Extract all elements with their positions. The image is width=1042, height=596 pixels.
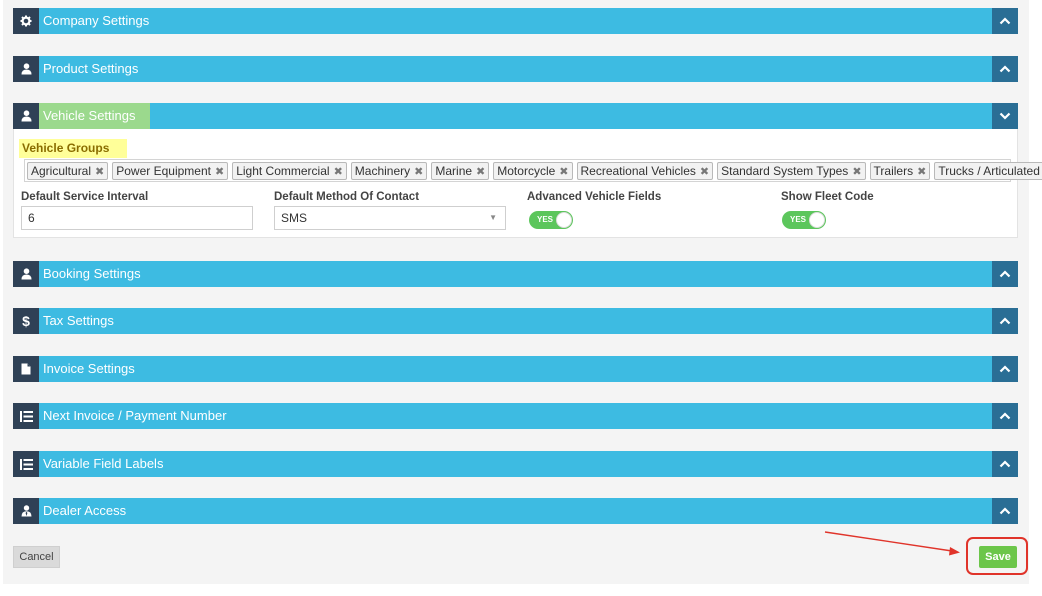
save-button[interactable]: Save (979, 546, 1017, 568)
tag-label: Light Commercial (236, 163, 330, 178)
user-icon (13, 103, 39, 129)
chevron-up-icon[interactable] (992, 498, 1018, 524)
vehicle-group-tag: Motorcycle ✖ (493, 161, 573, 180)
fleet-code-toggle[interactable]: YES (782, 211, 826, 229)
section-next-invoice-number[interactable]: Next Invoice / Payment Number (13, 403, 1018, 429)
vehicle-groups-tag-input[interactable]: Agricultural ✖ Power Equipment ✖ Light Comme… (24, 159, 1042, 182)
contact-method-label: Default Method Of Contact (274, 191, 420, 203)
section-title: Product Settings (43, 61, 139, 76)
gear-icon (13, 8, 39, 34)
section-title: Invoice Settings (43, 361, 135, 376)
section-title: Vehicle Settings (39, 103, 150, 129)
remove-tag-icon[interactable]: ✖ (215, 166, 224, 178)
section-title: Booking Settings (43, 266, 141, 281)
section-vehicle-settings[interactable]: Vehicle Settings (13, 103, 1018, 129)
section-title: Tax Settings (43, 313, 114, 328)
section-title: Next Invoice / Payment Number (43, 408, 227, 423)
tag-label: Marine (435, 163, 473, 178)
list-icon (13, 403, 39, 429)
section-dealer-access[interactable]: Dealer Access (13, 498, 1018, 524)
section-invoice-settings[interactable]: Invoice Settings (13, 356, 1018, 382)
toggle-label: YES (537, 215, 554, 224)
vehicle-settings-body: Vehicle Groups Agricultural ✖ Power Equipm… (13, 129, 1042, 238)
user-tie-icon (13, 498, 39, 524)
cancel-button[interactable]: Cancel (13, 546, 60, 568)
tag-label: Agricultural (31, 163, 92, 178)
vehicle-group-tag: Recreational Vehicles ✖ (576, 161, 714, 180)
chevron-up-icon[interactable] (992, 8, 1018, 34)
service-interval-label: Default Service Interval (21, 191, 149, 203)
section-tax-settings[interactable]: $ Tax Settings (13, 308, 1018, 334)
tag-label: Machinery (354, 163, 411, 178)
toggle-knob (556, 212, 572, 228)
vehicle-group-tag: Trailers ✖ (869, 161, 931, 180)
dollar-icon: $ (13, 308, 39, 334)
remove-tag-icon[interactable]: ✖ (334, 166, 343, 178)
vehicle-group-tag: Marine ✖ (431, 161, 490, 180)
document-icon (13, 356, 39, 382)
tag-label: Trucks / Articulated (938, 163, 1040, 178)
remove-tag-icon[interactable]: ✖ (917, 166, 926, 178)
chevron-up-icon[interactable] (992, 403, 1018, 429)
remove-tag-icon[interactable]: ✖ (95, 166, 104, 178)
remove-tag-icon[interactable]: ✖ (414, 166, 423, 178)
remove-tag-icon[interactable]: ✖ (476, 166, 485, 178)
settings-panel (3, 0, 1029, 584)
tag-label: Motorcycle (497, 163, 556, 178)
vehicle-group-tag: Machinery ✖ (350, 161, 428, 180)
remove-tag-icon[interactable]: ✖ (559, 166, 568, 178)
chevron-up-icon[interactable] (992, 356, 1018, 382)
chevron-up-icon[interactable] (992, 261, 1018, 287)
user-icon (13, 56, 39, 82)
toggle-label: YES (790, 215, 807, 224)
contact-method-value: SMS (281, 211, 308, 225)
vehicle-group-tag: Standard System Types ✖ (717, 161, 866, 180)
caret-down-icon: ▼ (489, 213, 497, 222)
chevron-up-icon[interactable] (992, 56, 1018, 82)
chevron-up-icon[interactable] (992, 308, 1018, 334)
fleet-code-label: Show Fleet Code (781, 191, 874, 203)
vehicle-group-tag: Agricultural ✖ (27, 161, 109, 180)
section-company-settings[interactable]: Company Settings (13, 8, 1018, 34)
toggle-knob (809, 212, 825, 228)
list-icon (13, 451, 39, 477)
chevron-down-icon[interactable] (992, 103, 1018, 129)
tag-label: Standard System Types (721, 163, 849, 178)
service-interval-input[interactable]: 6 (21, 206, 253, 230)
section-title: Variable Field Labels (43, 456, 164, 471)
tag-label: Power Equipment (116, 163, 211, 178)
contact-method-select[interactable]: SMS ▼ (274, 206, 506, 230)
tag-label: Trailers (873, 163, 914, 178)
remove-tag-icon[interactable]: ✖ (852, 166, 861, 178)
chevron-up-icon[interactable] (992, 451, 1018, 477)
section-variable-field-labels[interactable]: Variable Field Labels (13, 451, 1018, 477)
section-product-settings[interactable]: Product Settings (13, 56, 1018, 82)
vehicle-group-tag: Trucks / Articulated✖ (934, 161, 1042, 180)
section-booking-settings[interactable]: Booking Settings (13, 261, 1018, 287)
section-title: Dealer Access (43, 503, 127, 518)
remove-tag-icon[interactable]: ✖ (700, 166, 709, 178)
advanced-fields-label: Advanced Vehicle Fields (527, 191, 662, 203)
user-icon (13, 261, 39, 287)
advanced-fields-toggle[interactable]: YES (529, 211, 573, 229)
vehicle-group-tag: Light Commercial ✖ (232, 161, 347, 180)
vehicle-groups-label: Vehicle Groups (19, 139, 128, 158)
section-title: Company Settings (43, 13, 150, 28)
vehicle-group-tag: Power Equipment ✖ (112, 161, 229, 180)
tag-label: Recreational Vehicles (580, 163, 696, 178)
